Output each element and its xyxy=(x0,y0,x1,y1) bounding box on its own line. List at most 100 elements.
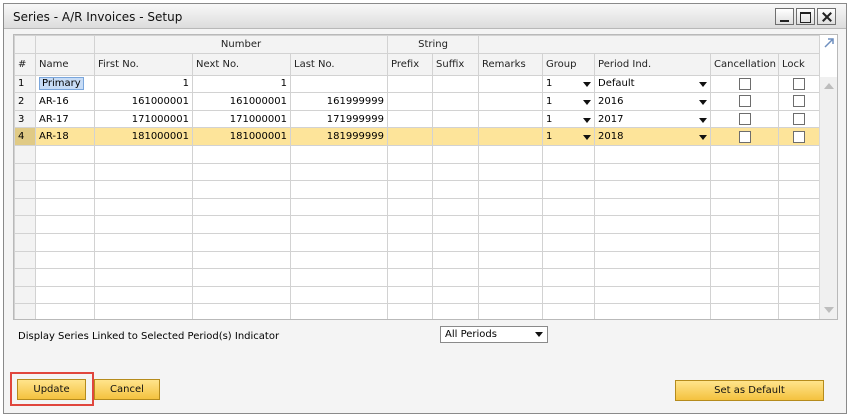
col-header-suffix[interactable]: Suffix xyxy=(432,52,480,76)
cell-next-no[interactable] xyxy=(192,250,291,270)
cell-period-ind[interactable] xyxy=(594,268,712,287)
cell-cancellation[interactable] xyxy=(710,303,780,319)
chevron-down-icon[interactable] xyxy=(583,117,592,123)
lock-checkbox[interactable] xyxy=(793,113,806,126)
cell-last-no[interactable]: 181999999 xyxy=(289,127,389,146)
cell-remarks[interactable] xyxy=(478,268,544,287)
cell-next-no[interactable]: 161000001 xyxy=(192,92,291,111)
cell-remarks[interactable] xyxy=(478,162,544,182)
cell-period-ind[interactable] xyxy=(594,285,712,305)
cell-first-no[interactable] xyxy=(94,180,193,199)
cell-remarks[interactable] xyxy=(478,74,544,94)
cell-name[interactable] xyxy=(35,197,95,217)
cell-period-ind[interactable] xyxy=(594,232,712,252)
table-row[interactable] xyxy=(14,285,821,305)
cell-name[interactable] xyxy=(35,180,95,199)
cell-last-no[interactable] xyxy=(289,162,389,182)
cell-cancellation[interactable] xyxy=(710,144,780,164)
cell-first-no[interactable] xyxy=(94,285,193,305)
cell-last-no[interactable]: 161999999 xyxy=(289,92,389,111)
cell-remarks[interactable] xyxy=(478,232,544,252)
cell-lock[interactable] xyxy=(778,250,821,270)
col-header-last-no[interactable]: Last No. xyxy=(289,52,389,76)
vertical-scrollbar[interactable] xyxy=(819,77,837,319)
cell-period-ind[interactable] xyxy=(594,197,712,217)
cancel-button[interactable]: Cancel xyxy=(94,379,160,400)
cell-name[interactable]: AR-17 xyxy=(35,109,95,129)
table-row[interactable] xyxy=(14,197,821,217)
cell-lock[interactable] xyxy=(778,268,821,287)
cell-next-no[interactable]: 171000001 xyxy=(192,109,291,129)
cell-remarks[interactable] xyxy=(478,285,544,305)
cell-prefix[interactable] xyxy=(387,250,434,270)
cell-remarks[interactable] xyxy=(478,92,544,111)
cell-lock[interactable] xyxy=(778,92,821,111)
cell-first-no[interactable] xyxy=(94,303,193,319)
cell-cancellation[interactable] xyxy=(710,180,780,199)
cell-first-no[interactable]: 1 xyxy=(94,74,193,94)
table-row[interactable] xyxy=(14,303,821,319)
cell-cancellation[interactable] xyxy=(710,250,780,270)
col-header-next-no[interactable]: Next No. xyxy=(192,52,291,76)
cell-remarks[interactable] xyxy=(478,303,544,319)
scroll-down-icon[interactable] xyxy=(824,307,834,313)
cell-first-no[interactable] xyxy=(94,268,193,287)
cell-group[interactable] xyxy=(542,303,596,319)
expand-arrow-icon[interactable] xyxy=(823,37,835,49)
cell-cancellation[interactable] xyxy=(710,162,780,182)
cell-suffix[interactable] xyxy=(432,232,480,252)
table-row[interactable]: 4 AR-18 181000001 181000001 181999999 1 2018 xyxy=(14,127,821,146)
table-row[interactable] xyxy=(14,162,821,182)
cell-prefix[interactable] xyxy=(387,180,434,199)
cell-period-ind[interactable] xyxy=(594,250,712,270)
cell-cancellation[interactable] xyxy=(710,92,780,111)
cell-remarks[interactable] xyxy=(478,250,544,270)
cell-next-no[interactable]: 1 xyxy=(192,74,291,94)
col-header-name[interactable]: Name xyxy=(35,52,95,76)
cell-suffix[interactable] xyxy=(432,180,480,199)
cell-last-no[interactable] xyxy=(289,303,389,319)
cell-period-ind[interactable]: Default xyxy=(594,74,712,94)
cell-suffix[interactable] xyxy=(432,127,480,146)
close-button[interactable] xyxy=(817,8,836,25)
chevron-down-icon[interactable] xyxy=(699,135,708,141)
cell-first-no[interactable] xyxy=(94,197,193,217)
table-row[interactable] xyxy=(14,232,821,252)
cell-next-no[interactable] xyxy=(192,268,291,287)
cell-cancellation[interactable] xyxy=(710,285,780,305)
cell-cancellation[interactable] xyxy=(710,268,780,287)
col-header-group[interactable]: Group xyxy=(542,52,596,76)
cell-prefix[interactable] xyxy=(387,197,434,217)
cell-suffix[interactable] xyxy=(432,92,480,111)
cell-remarks[interactable] xyxy=(478,197,544,217)
cell-name[interactable]: AR-18 xyxy=(35,127,95,146)
cell-first-no[interactable] xyxy=(94,144,193,164)
cell-period-ind[interactable]: 2017 xyxy=(594,109,712,129)
cell-group[interactable] xyxy=(542,144,596,164)
cell-name[interactable]: AR-16 xyxy=(35,92,95,111)
cell-period-ind[interactable] xyxy=(594,162,712,182)
cell-prefix[interactable] xyxy=(387,285,434,305)
cell-next-no[interactable] xyxy=(192,285,291,305)
cell-name[interactable] xyxy=(35,250,95,270)
cancellation-checkbox[interactable] xyxy=(738,77,751,90)
set-as-default-button[interactable]: Set as Default xyxy=(675,380,824,401)
cell-first-no[interactable]: 171000001 xyxy=(94,109,193,129)
col-header-remarks[interactable]: Remarks xyxy=(478,52,544,76)
cell-last-no[interactable] xyxy=(289,74,389,94)
cell-prefix[interactable] xyxy=(387,74,434,94)
cell-name[interactable] xyxy=(35,303,95,319)
cell-remarks[interactable] xyxy=(478,215,544,234)
cell-lock[interactable] xyxy=(778,144,821,164)
chevron-down-icon[interactable] xyxy=(583,135,592,141)
cell-lock[interactable] xyxy=(778,162,821,182)
cell-lock[interactable] xyxy=(778,127,821,146)
lock-checkbox[interactable] xyxy=(793,77,806,90)
cell-period-ind[interactable] xyxy=(594,303,712,319)
cell-period-ind[interactable]: 2016 xyxy=(594,92,712,111)
cell-cancellation[interactable] xyxy=(710,215,780,234)
cell-group[interactable] xyxy=(542,232,596,252)
col-header-cancellation[interactable]: Cancellation xyxy=(710,52,780,76)
cell-prefix[interactable] xyxy=(387,109,434,129)
cell-lock[interactable] xyxy=(778,303,821,319)
